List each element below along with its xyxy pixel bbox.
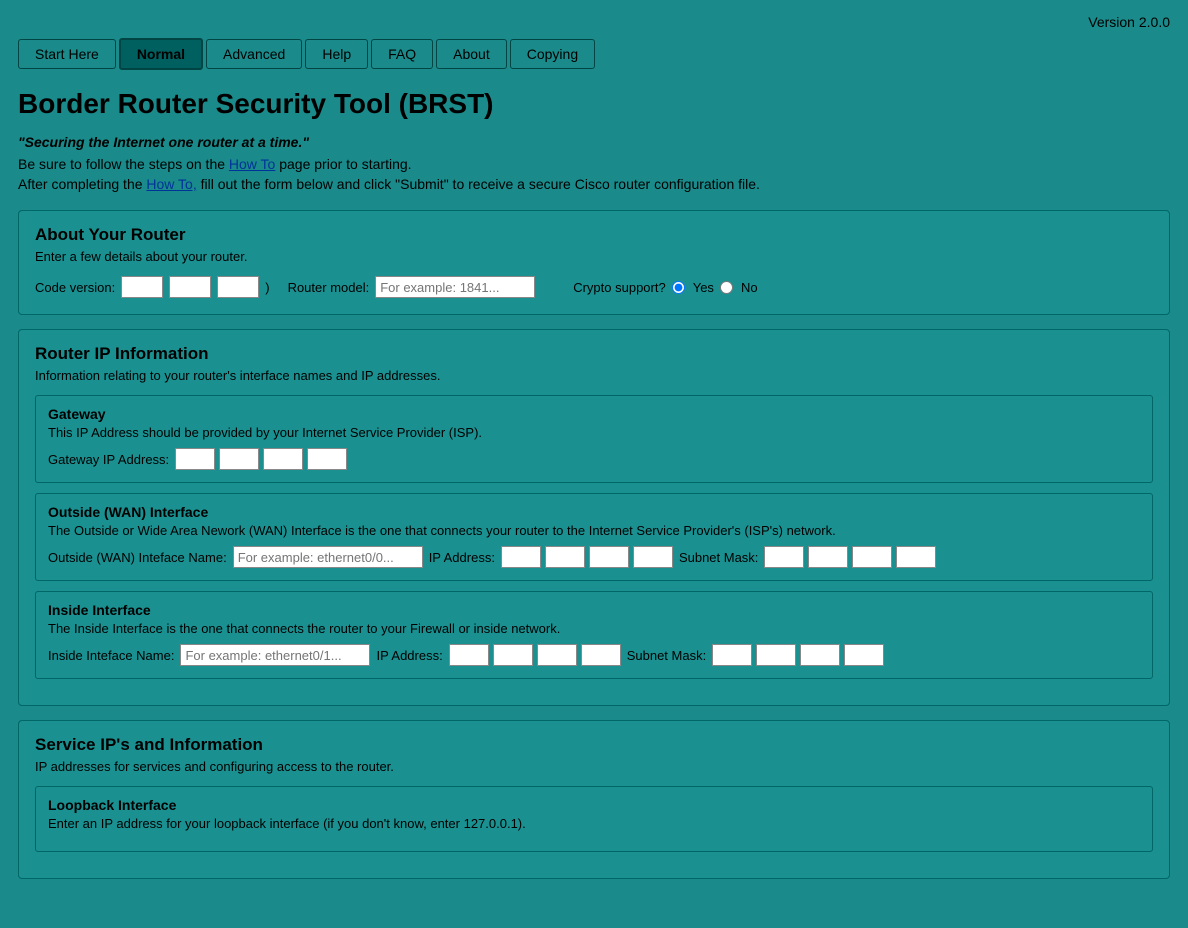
wan-desc: The Outside or Wide Area Nework (WAN) In… <box>48 523 1140 538</box>
gateway-desc: This IP Address should be provided by yo… <box>48 425 1140 440</box>
router-model-input[interactable] <box>375 276 535 298</box>
page-title: Border Router Security Tool (BRST) <box>18 88 1170 120</box>
inside-desc: The Inside Interface is the one that con… <box>48 621 1140 636</box>
crypto-yes-radio[interactable] <box>672 281 685 294</box>
tab-start-here[interactable]: Start Here <box>18 39 116 69</box>
inside-ip-group <box>449 644 621 666</box>
code-version-group: Code version: ) <box>35 276 270 298</box>
wan-subnet-3[interactable] <box>852 546 892 568</box>
code-version-input-1[interactable] <box>121 276 163 298</box>
about-router-section: About Your Router Enter a few details ab… <box>18 210 1170 315</box>
howto-link-1[interactable]: How To <box>229 156 275 172</box>
wan-subnet-group <box>764 546 936 568</box>
gateway-card: Gateway This IP Address should be provid… <box>35 395 1153 483</box>
gateway-ip-row: Gateway IP Address: <box>48 448 1140 470</box>
gateway-title: Gateway <box>48 406 1140 422</box>
router-model-group: Router model: <box>288 276 536 298</box>
wan-subnet-4[interactable] <box>896 546 936 568</box>
wan-subnet-2[interactable] <box>808 546 848 568</box>
info-howto-1: Be sure to follow the steps on the How T… <box>18 156 1170 172</box>
inside-ip-1[interactable] <box>449 644 489 666</box>
inside-card: Inside Interface The Inside Interface is… <box>35 591 1153 679</box>
inside-subnet-4[interactable] <box>844 644 884 666</box>
inside-title: Inside Interface <box>48 602 1140 618</box>
wan-form-row: Outside (WAN) Inteface Name: IP Address:… <box>48 546 1140 568</box>
inside-ip-4[interactable] <box>581 644 621 666</box>
wan-ip-2[interactable] <box>545 546 585 568</box>
code-version-label: Code version: <box>35 280 115 295</box>
tab-normal[interactable]: Normal <box>119 38 203 70</box>
wan-title: Outside (WAN) Interface <box>48 504 1140 520</box>
info-howto-2: After completing the How To, fill out th… <box>18 176 1170 192</box>
wan-subnet-1[interactable] <box>764 546 804 568</box>
loopback-title: Loopback Interface <box>48 797 1140 813</box>
loopback-card: Loopback Interface Enter an IP address f… <box>35 786 1153 852</box>
tab-about[interactable]: About <box>436 39 507 69</box>
gateway-ip-group <box>175 448 347 470</box>
inside-ip-label: IP Address: <box>376 648 442 663</box>
code-version-input-2[interactable] <box>169 276 211 298</box>
crypto-yes-label: Yes <box>693 280 714 295</box>
wan-ip-3[interactable] <box>589 546 629 568</box>
wan-ip-label: IP Address: <box>429 550 495 565</box>
inside-name-input[interactable] <box>180 644 370 666</box>
service-ip-title: Service IP's and Information <box>35 735 1153 755</box>
wan-name-input[interactable] <box>233 546 423 568</box>
loopback-desc: Enter an IP address for your loopback in… <box>48 816 1140 831</box>
crypto-group: Crypto support? Yes No <box>573 280 757 295</box>
inside-ip-3[interactable] <box>537 644 577 666</box>
service-ip-desc: IP addresses for services and configurin… <box>35 759 1153 774</box>
inside-form-row: Inside Inteface Name: IP Address: Subnet… <box>48 644 1140 666</box>
wan-card: Outside (WAN) Interface The Outside or W… <box>35 493 1153 581</box>
tab-help[interactable]: Help <box>305 39 368 69</box>
gateway-ip-2[interactable] <box>219 448 259 470</box>
gateway-ip-label: Gateway IP Address: <box>48 452 169 467</box>
wan-ip-4[interactable] <box>633 546 673 568</box>
inside-subnet-3[interactable] <box>800 644 840 666</box>
wan-ip-group <box>501 546 673 568</box>
router-ip-desc: Information relating to your router's in… <box>35 368 1153 383</box>
tab-copying[interactable]: Copying <box>510 39 595 69</box>
crypto-no-radio[interactable] <box>720 281 733 294</box>
inside-subnet-group <box>712 644 884 666</box>
inside-ip-2[interactable] <box>493 644 533 666</box>
about-router-desc: Enter a few details about your router. <box>35 249 1153 264</box>
about-router-title: About Your Router <box>35 225 1153 245</box>
howto-link-2[interactable]: How To, <box>146 176 196 192</box>
about-router-form: Code version: ) Router model: Crypto sup… <box>35 276 1153 298</box>
tagline: "Securing the Internet one router at a t… <box>18 134 1170 150</box>
router-ip-title: Router IP Information <box>35 344 1153 364</box>
wan-ip-1[interactable] <box>501 546 541 568</box>
code-version-input-3[interactable] <box>217 276 259 298</box>
gateway-ip-3[interactable] <box>263 448 303 470</box>
inside-subnet-label: Subnet Mask: <box>627 648 707 663</box>
wan-name-label: Outside (WAN) Inteface Name: <box>48 550 227 565</box>
gateway-ip-1[interactable] <box>175 448 215 470</box>
tab-advanced[interactable]: Advanced <box>206 39 302 69</box>
service-ip-section: Service IP's and Information IP addresse… <box>18 720 1170 879</box>
version-text: Version 2.0.0 <box>18 14 1170 30</box>
crypto-label: Crypto support? <box>573 280 666 295</box>
gateway-ip-4[interactable] <box>307 448 347 470</box>
code-version-paren: ) <box>265 280 269 295</box>
router-model-label: Router model: <box>288 280 370 295</box>
crypto-no-label: No <box>741 280 758 295</box>
inside-subnet-2[interactable] <box>756 644 796 666</box>
tab-faq[interactable]: FAQ <box>371 39 433 69</box>
tab-bar: Start Here Normal Advanced Help FAQ Abou… <box>18 38 1170 70</box>
inside-subnet-1[interactable] <box>712 644 752 666</box>
inside-name-label: Inside Inteface Name: <box>48 648 174 663</box>
router-ip-section: Router IP Information Information relati… <box>18 329 1170 706</box>
wan-subnet-label: Subnet Mask: <box>679 550 759 565</box>
